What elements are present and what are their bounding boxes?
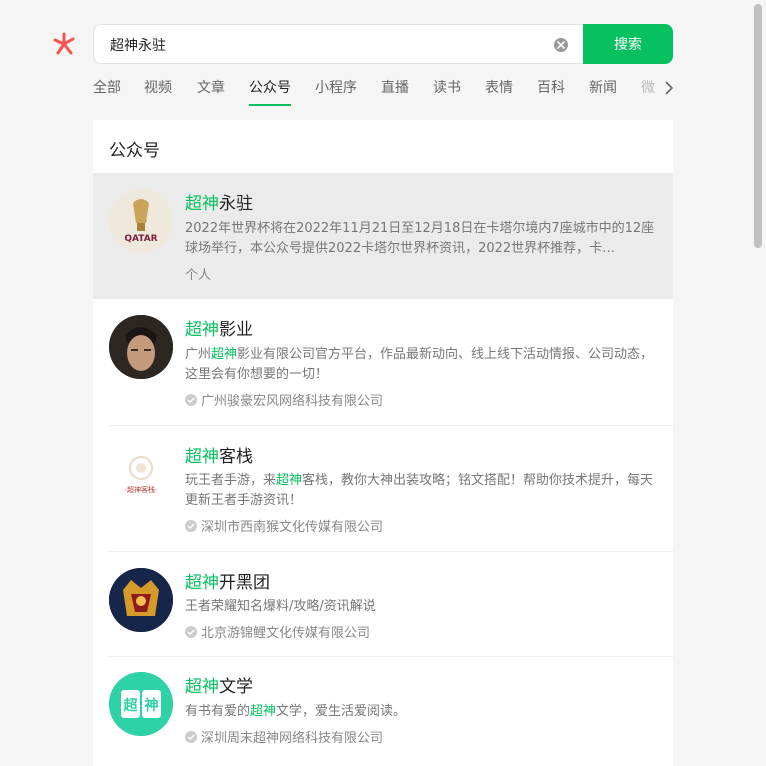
- account-owner: 深圳周末超神网络科技有限公司: [185, 727, 383, 746]
- avatar-char-1: 超: [123, 697, 139, 714]
- tab-mini-program[interactable]: 小程序: [315, 78, 357, 98]
- account-description: 2022年世界杯将在2022年11月21日至12月18日在卡塔尔境内7座城市中的…: [185, 221, 655, 256]
- tab-news[interactable]: 新闻: [589, 78, 617, 98]
- results-card: 公众号 QATAR 超神永驻 2022年世界杯将在2022年11月21日至12月…: [93, 120, 673, 766]
- account-item[interactable]: ·超神客栈· 超神客栈 玩王者手游，来超神客栈，教你大神出装攻略；铭文搭配！帮助…: [93, 426, 673, 551]
- category-tabs: 全部 视频 文章 公众号 小程序 直播 读书 表情 百科 新闻 微: [93, 78, 683, 108]
- tab-video[interactable]: 视频: [144, 78, 172, 98]
- account-name[interactable]: 超神开黑团: [185, 568, 270, 593]
- avatar: [109, 315, 173, 379]
- account-name[interactable]: 超神文学: [185, 672, 253, 697]
- scrollbar[interactable]: [754, 4, 762, 248]
- account-item[interactable]: 超神影业 广州超神影业有限公司官方平台，作品最新动向、线上线下活动情报、公司动态…: [93, 299, 673, 425]
- section-title: 公众号: [109, 141, 160, 161]
- tab-official-account[interactable]: 公众号: [249, 78, 291, 106]
- account-description: 王者荣耀知名爆料/攻略/资讯解说: [185, 599, 376, 614]
- avatar: 超 神: [109, 672, 173, 736]
- account-owner: 深圳市西南猴文化传媒有限公司: [185, 516, 383, 535]
- verified-icon: [185, 394, 197, 406]
- account-description: 玩王者手游，来超神客栈，教你大神出装攻略；铭文搭配！帮助你技术提升，每天更新王者…: [185, 473, 654, 508]
- account-name[interactable]: 超神永驻: [185, 189, 253, 214]
- account-owner: 北京游锦鲤文化传媒有限公司: [185, 622, 370, 641]
- verified-icon: [185, 520, 197, 532]
- avatar: QATAR: [109, 189, 173, 253]
- account-description: 广州超神影业有限公司官方平台，作品最新动向、线上线下活动情报、公司动态，这里会有…: [185, 347, 654, 382]
- tab-all[interactable]: 全部: [93, 78, 121, 98]
- avatar-label: QATAR: [124, 234, 157, 244]
- sogou-logo-icon[interactable]: [50, 30, 78, 58]
- avatar: [109, 568, 173, 632]
- avatar-char-2: 神: [145, 697, 159, 714]
- tab-live[interactable]: 直播: [381, 78, 409, 98]
- tab-more[interactable]: 微: [641, 78, 655, 98]
- chevron-right-icon[interactable]: [663, 80, 675, 96]
- search-input[interactable]: [108, 25, 542, 65]
- account-item[interactable]: 超 神 超神文学 有书有爱的超神文学，爱生活爱阅读。 深圳周末超神网络科技有限公…: [93, 657, 673, 766]
- account-name[interactable]: 超神影业: [185, 315, 253, 340]
- account-item[interactable]: QATAR 超神永驻 2022年世界杯将在2022年11月21日至12月18日在…: [93, 173, 673, 299]
- clear-icon[interactable]: [553, 37, 569, 53]
- verified-icon: [185, 626, 197, 638]
- tab-article[interactable]: 文章: [197, 78, 225, 98]
- search-button[interactable]: 搜索: [583, 24, 673, 64]
- account-type: 个人: [185, 268, 212, 283]
- account-owner: 广州骏豪宏风网络科技有限公司: [185, 390, 383, 409]
- verified-icon: [185, 731, 197, 743]
- account-description: 有书有爱的超神文学，爱生活爱阅读。: [185, 704, 407, 719]
- tab-books[interactable]: 读书: [433, 78, 461, 98]
- search-box: [93, 24, 583, 65]
- account-item[interactable]: 超神开黑团 王者荣耀知名爆料/攻略/资讯解说 北京游锦鲤文化传媒有限公司: [93, 552, 673, 656]
- avatar-label: ·超神客栈·: [125, 485, 157, 494]
- account-name[interactable]: 超神客栈: [185, 442, 253, 467]
- tab-encyclopedia[interactable]: 百科: [537, 78, 565, 98]
- avatar: ·超神客栈·: [109, 442, 173, 506]
- tab-stickers[interactable]: 表情: [485, 78, 513, 98]
